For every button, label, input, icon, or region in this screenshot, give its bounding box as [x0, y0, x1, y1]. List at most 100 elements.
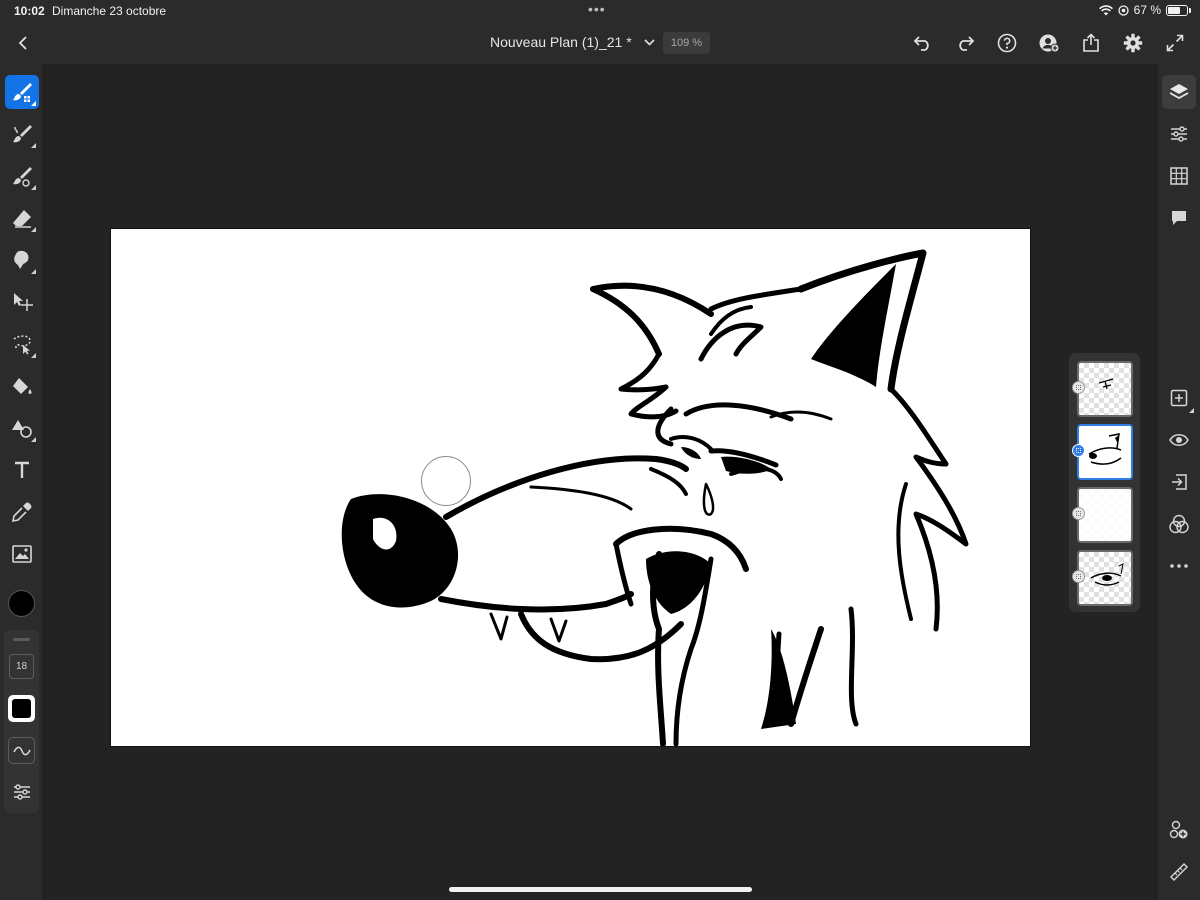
- smudge-tool[interactable]: [5, 243, 39, 277]
- help-icon: [997, 33, 1017, 53]
- ruler-button[interactable]: [1162, 855, 1196, 889]
- layer-thumbnail[interactable]: [1077, 361, 1133, 417]
- place-image-tool[interactable]: [5, 537, 39, 571]
- gear-icon: [1123, 33, 1143, 53]
- expand-icon: [1166, 34, 1184, 52]
- brush-smoothing[interactable]: [8, 737, 35, 764]
- grid-button[interactable]: [1162, 159, 1196, 193]
- status-bar: 10:02 Dimanche 23 octobre ••• 67 %: [0, 0, 1200, 22]
- shapes-tool[interactable]: [5, 411, 39, 445]
- layers-button[interactable]: [1162, 75, 1196, 109]
- layer-import-button[interactable]: [1162, 465, 1196, 499]
- undo-icon: [913, 36, 929, 51]
- fullscreen-button[interactable]: [1160, 28, 1190, 58]
- panel-drag-handle[interactable]: [13, 638, 30, 641]
- drawing-canvas[interactable]: [110, 228, 1031, 747]
- visibility-icon: [1169, 434, 1189, 446]
- live-brush-tool[interactable]: [5, 117, 39, 151]
- vector-brush-icon: [13, 167, 32, 187]
- brush-settings-button[interactable]: [8, 778, 35, 805]
- layer-reorder-handle[interactable]: [1072, 570, 1085, 583]
- brush-settings-icon: [13, 783, 30, 800]
- live-brush-icon: [13, 125, 32, 143]
- text-icon: [15, 461, 29, 478]
- brush-properties-panel: 18: [4, 630, 39, 813]
- eraser-tool[interactable]: [5, 201, 39, 235]
- undo-button[interactable]: [908, 28, 938, 58]
- layer-thumbnail[interactable]: [1077, 487, 1133, 543]
- comments-button[interactable]: [1162, 201, 1196, 235]
- share-collaborate-icon: [1169, 820, 1188, 839]
- layer-preview: [1079, 426, 1131, 478]
- fill-tool[interactable]: [5, 369, 39, 403]
- battery-percent: 67 %: [1133, 3, 1161, 17]
- tool-options-indicator: [31, 227, 36, 232]
- adjustments-icon: [1171, 126, 1187, 142]
- paint-bucket-icon: [13, 378, 32, 394]
- share-icon: [1083, 33, 1099, 52]
- lasso-tool[interactable]: [5, 327, 39, 361]
- vector-brush-tool[interactable]: [5, 159, 39, 193]
- share-export-button[interactable]: [1076, 28, 1106, 58]
- pixel-brush-icon: [13, 83, 32, 102]
- ruler-icon: [1170, 863, 1188, 881]
- home-indicator[interactable]: [449, 887, 752, 892]
- tool-options-indicator: [31, 143, 36, 148]
- brush-cursor: [421, 456, 471, 506]
- shapes-icon: [12, 420, 32, 438]
- layer-reorder-handle-selected[interactable]: [1072, 444, 1085, 457]
- settings-button[interactable]: [1118, 28, 1148, 58]
- blend-mode-button[interactable]: [1162, 507, 1196, 541]
- layer-thumbnail[interactable]: [1077, 550, 1133, 606]
- back-button[interactable]: [10, 30, 36, 56]
- battery-icon: [1166, 4, 1191, 16]
- smudge-icon: [14, 250, 29, 269]
- collaborate-button[interactable]: [1162, 813, 1196, 847]
- color-swatch[interactable]: [8, 590, 35, 617]
- document-title-menu[interactable]: Nouveau Plan (1)_21 *: [490, 34, 655, 50]
- zoom-level[interactable]: 109 %: [663, 32, 710, 54]
- top-bar: Nouveau Plan (1)_21 * 109 %: [0, 22, 1200, 64]
- brush-size[interactable]: 18: [9, 654, 34, 679]
- status-date: Dimanche 23 octobre: [52, 4, 167, 18]
- document-title: Nouveau Plan (1)_21 *: [490, 34, 632, 50]
- layer-thumbnail-selected[interactable]: [1077, 424, 1133, 480]
- eyedropper-tool[interactable]: [5, 495, 39, 529]
- layer-visibility-button[interactable]: [1162, 423, 1196, 457]
- chevron-left-icon: [18, 36, 27, 50]
- blend-icon: [1169, 514, 1189, 534]
- invite-button[interactable]: [1034, 28, 1064, 58]
- layer-reorder-handle[interactable]: [1072, 381, 1085, 394]
- top-actions: [908, 28, 1190, 58]
- layers-icon: [1169, 84, 1189, 100]
- redo-icon: [959, 36, 975, 51]
- brush-opacity[interactable]: [8, 695, 35, 722]
- add-layer-button[interactable]: [1162, 381, 1196, 415]
- smoothing-wave-icon: [12, 746, 31, 755]
- pixel-brush-tool[interactable]: [5, 75, 39, 109]
- location-icon: [1117, 4, 1129, 16]
- layer-preview: [1098, 378, 1114, 390]
- chevron-down-icon: [644, 38, 655, 46]
- wifi-icon: [1098, 4, 1113, 15]
- move-icon: [14, 293, 33, 311]
- tool-options-indicator: [31, 437, 36, 442]
- opacity-swatch: [12, 699, 31, 718]
- more-options-button[interactable]: [1162, 549, 1196, 583]
- more-icon: [1170, 564, 1188, 568]
- help-button[interactable]: [992, 28, 1022, 58]
- wolf-illustration: [341, 249, 969, 746]
- right-rail: [1158, 64, 1200, 900]
- image-icon: [12, 545, 32, 563]
- move-tool[interactable]: [5, 285, 39, 319]
- layer-reorder-handle[interactable]: [1072, 507, 1085, 520]
- text-tool[interactable]: [5, 453, 39, 487]
- status-indicators: 67 %: [1098, 3, 1191, 17]
- multitasking-dots-icon[interactable]: •••: [588, 1, 606, 17]
- redo-button[interactable]: [950, 28, 980, 58]
- status-time: 10:02: [14, 4, 45, 18]
- adjustments-button[interactable]: [1162, 117, 1196, 151]
- comment-icon: [1172, 211, 1186, 225]
- tool-options-indicator: [31, 185, 36, 190]
- eraser-icon: [13, 210, 31, 228]
